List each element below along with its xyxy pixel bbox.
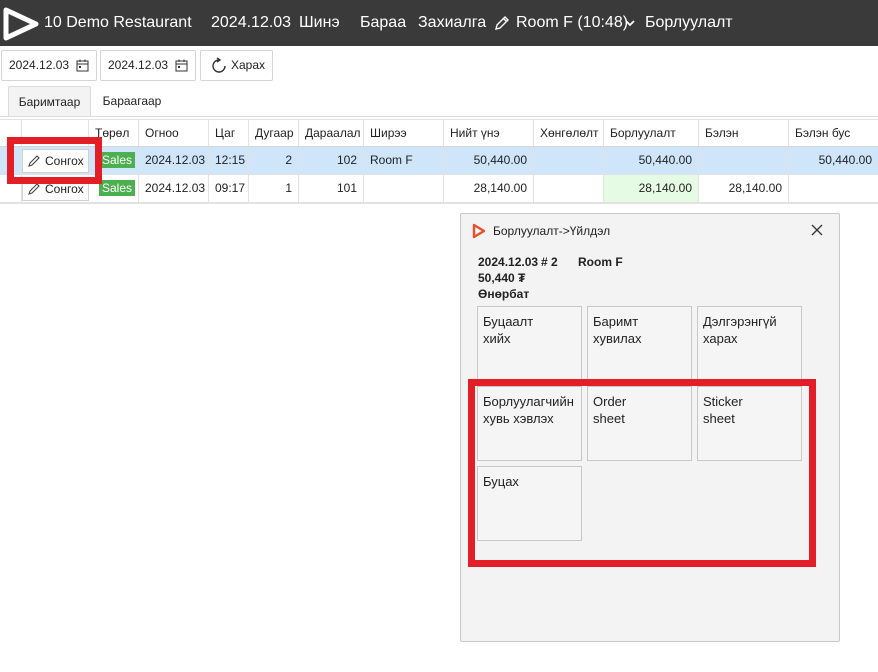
view-details-button[interactable]: Дэлгэрэнгүй харах bbox=[697, 306, 802, 381]
view-button[interactable]: Харах bbox=[200, 50, 273, 81]
header-discount[interactable]: Хөнгөлөлт bbox=[534, 120, 604, 146]
refund-button[interactable]: Буцаалт хийх bbox=[477, 306, 582, 381]
select-button-label: Сонгох bbox=[45, 182, 84, 196]
date-from-value: 2024.12.03 bbox=[9, 58, 70, 72]
nav-room-label: Room F (10:48) bbox=[516, 14, 629, 31]
cell-sales: 50,440.00 bbox=[604, 147, 699, 174]
dialog-date: 2024.12.03 bbox=[478, 255, 539, 269]
highlight-select-button bbox=[7, 137, 102, 184]
table-row[interactable]: Сонгох Sales 2024.12.03 09:17 1 101 28,1… bbox=[0, 175, 878, 203]
tab-by-receipt[interactable]: Баримтаар bbox=[8, 86, 91, 116]
nav-sales[interactable]: Борлуулалт bbox=[645, 0, 733, 46]
tab-by-goods[interactable]: Бараагаар bbox=[92, 86, 172, 116]
cell-number: 1 bbox=[249, 175, 299, 202]
cell-number: 2 bbox=[249, 147, 299, 174]
refresh-icon bbox=[212, 57, 226, 73]
dialog-title: Борлуулалт->Үйлдэл bbox=[493, 224, 611, 238]
date-to-value: 2024.12.03 bbox=[108, 58, 169, 72]
top-bar: 10 Demo Restaurant 2024.12.03 Шинэ Бараа… bbox=[0, 0, 878, 46]
nav-room[interactable]: Room F (10:48) bbox=[493, 0, 628, 46]
app-title[interactable]: 10 Demo Restaurant bbox=[44, 0, 192, 46]
date-to-input[interactable]: 2024.12.03 bbox=[100, 50, 196, 81]
dialog-receipt-number: # 2 bbox=[541, 255, 558, 269]
highlight-print-buttons bbox=[468, 379, 816, 567]
calendar-icon[interactable] bbox=[76, 59, 89, 72]
app-logo-icon bbox=[472, 223, 486, 239]
header-sales[interactable]: Борлуулалт bbox=[604, 120, 699, 146]
header-cash[interactable]: Бэлэн bbox=[699, 120, 789, 146]
nav-goods[interactable]: Бараа bbox=[360, 0, 406, 46]
cell-discount bbox=[534, 147, 604, 174]
cell-sequence: 101 bbox=[299, 175, 364, 202]
header-table[interactable]: Ширээ bbox=[364, 120, 444, 146]
cell-date: 2024.12.03 bbox=[139, 147, 209, 174]
cell-time: 12:15 bbox=[209, 147, 249, 174]
cell-noncash bbox=[789, 175, 878, 202]
header-date[interactable]: Огноо bbox=[139, 120, 209, 146]
sales-badge: Sales bbox=[99, 180, 136, 196]
cell-discount bbox=[534, 175, 604, 202]
cell-sales: 28,140.00 bbox=[604, 175, 699, 202]
grid-bottom-border bbox=[0, 203, 878, 204]
nav-new[interactable]: Шинэ bbox=[299, 0, 340, 46]
cell-cash: 28,140.00 bbox=[699, 175, 789, 202]
chevron-down-icon[interactable] bbox=[624, 17, 636, 29]
cell-table bbox=[364, 175, 444, 202]
header-number[interactable]: Дугаар bbox=[249, 120, 299, 146]
cell-sequence: 102 bbox=[299, 147, 364, 174]
view-button-label: Харах bbox=[231, 58, 266, 72]
dialog-amount: 50,440 ₮ bbox=[478, 271, 526, 285]
cell-noncash: 50,440.00 bbox=[818, 153, 872, 167]
nav-order[interactable]: Захиалга bbox=[418, 0, 486, 46]
cell-total: 28,140.00 bbox=[444, 175, 534, 202]
sales-badge: Sales bbox=[99, 152, 136, 168]
cell-cash bbox=[699, 147, 789, 174]
app-logo-icon[interactable] bbox=[2, 7, 42, 41]
dialog-room: Room F bbox=[578, 255, 623, 269]
cell-time: 09:17 bbox=[209, 175, 249, 202]
copy-receipt-button[interactable]: Баримт хувилах bbox=[587, 306, 692, 381]
header-noncash[interactable]: Бэлэн бус bbox=[789, 120, 878, 146]
nav-date[interactable]: 2024.12.03 bbox=[211, 0, 291, 46]
calendar-icon[interactable] bbox=[175, 59, 188, 72]
tab-divider bbox=[0, 116, 878, 117]
header-sequence[interactable]: Дараалал bbox=[299, 120, 364, 146]
date-from-input[interactable]: 2024.12.03 bbox=[1, 50, 97, 81]
pencil-icon bbox=[28, 183, 40, 195]
dialog-user: Өнөрбат bbox=[478, 287, 530, 301]
close-icon[interactable] bbox=[810, 223, 824, 237]
cell-total: 50,440.00 bbox=[444, 147, 534, 174]
grid-header-row: Төрөл Огноо Цаг Дугаар Дараалал Ширээ Ни… bbox=[0, 119, 878, 147]
header-total[interactable]: Нийт үнэ bbox=[444, 120, 534, 146]
cell-date: 2024.12.03 bbox=[139, 175, 209, 202]
pencil-icon bbox=[495, 16, 509, 30]
cell-table: Room F bbox=[364, 147, 444, 174]
table-row[interactable]: Сонгох Sales 2024.12.03 12:15 2 102 Room… bbox=[0, 147, 878, 175]
header-time[interactable]: Цаг bbox=[209, 120, 249, 146]
